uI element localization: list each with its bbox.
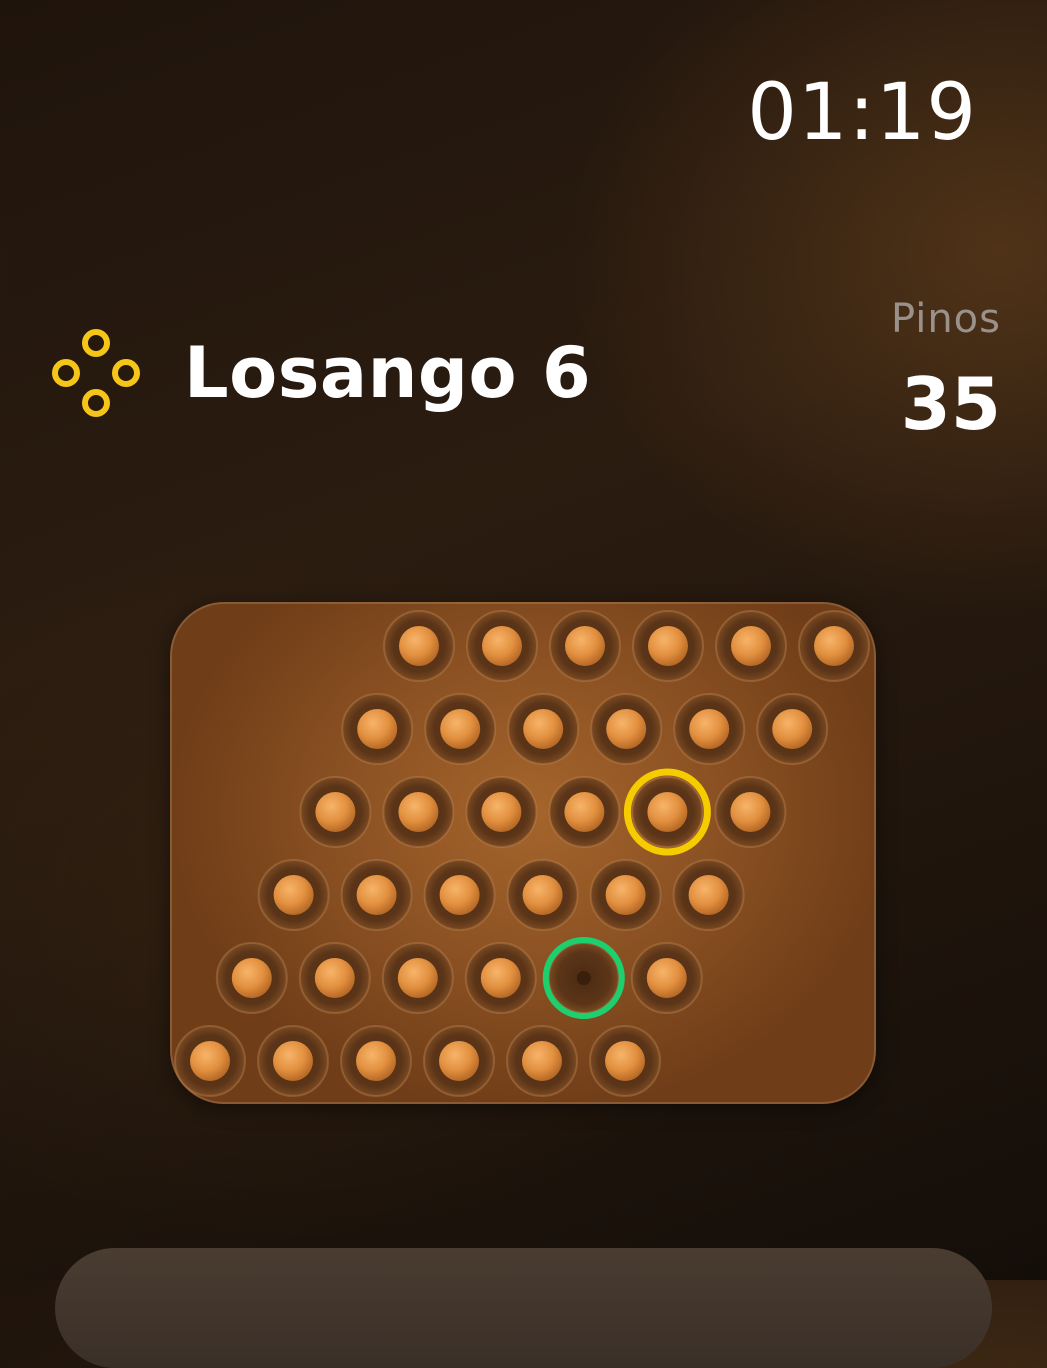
hole-r4-c2[interactable] bbox=[381, 942, 454, 1014]
hole-r4-c3[interactable] bbox=[464, 942, 537, 1014]
hole-r0-c2[interactable] bbox=[549, 610, 621, 682]
peg[interactable] bbox=[689, 709, 730, 749]
peg[interactable] bbox=[315, 792, 356, 832]
peg[interactable] bbox=[356, 1041, 396, 1081]
hole-r5-c5[interactable] bbox=[589, 1025, 661, 1097]
hole-r5-c4[interactable] bbox=[506, 1025, 578, 1097]
peg[interactable] bbox=[481, 792, 522, 832]
hole-r4-c5[interactable] bbox=[630, 942, 703, 1014]
peg[interactable] bbox=[231, 958, 272, 998]
peg[interactable] bbox=[190, 1041, 230, 1081]
peg-grid bbox=[174, 610, 870, 1097]
hole-r2-c5[interactable] bbox=[714, 776, 787, 848]
hole-r2-c0[interactable] bbox=[299, 776, 372, 848]
hole-r2-c4[interactable] bbox=[623, 768, 711, 856]
hole-r5-c1[interactable] bbox=[257, 1025, 329, 1097]
peg[interactable] bbox=[688, 875, 729, 915]
peg[interactable] bbox=[772, 709, 813, 749]
peg[interactable] bbox=[398, 792, 439, 832]
peg[interactable] bbox=[480, 958, 521, 998]
hole-r0-c1[interactable] bbox=[466, 610, 538, 682]
hole-r3-c5[interactable] bbox=[672, 859, 745, 931]
peg[interactable] bbox=[399, 626, 439, 666]
peg[interactable] bbox=[605, 875, 646, 915]
hole-r0-c0[interactable] bbox=[383, 610, 455, 682]
hole-r2-c3[interactable] bbox=[548, 776, 621, 848]
hole-r3-c3[interactable] bbox=[506, 859, 579, 931]
peg[interactable] bbox=[439, 875, 480, 915]
hole-r2-c1[interactable] bbox=[382, 776, 455, 848]
peg[interactable] bbox=[357, 709, 398, 749]
hole-r3-c2[interactable] bbox=[423, 859, 496, 931]
peg[interactable] bbox=[439, 1041, 479, 1081]
peg[interactable] bbox=[730, 792, 771, 832]
peg[interactable] bbox=[564, 792, 605, 832]
peg[interactable] bbox=[648, 626, 688, 666]
hole-r0-c3[interactable] bbox=[632, 610, 704, 682]
peg[interactable] bbox=[273, 875, 314, 915]
hole-r5-c2[interactable] bbox=[340, 1025, 412, 1097]
peg[interactable] bbox=[523, 709, 564, 749]
hole-r2-c2[interactable] bbox=[465, 776, 538, 848]
peg[interactable] bbox=[356, 875, 397, 915]
bottom-panel bbox=[55, 1248, 992, 1368]
hole-r3-c0[interactable] bbox=[257, 859, 330, 931]
peg[interactable] bbox=[646, 958, 687, 998]
hole-r1-c1[interactable] bbox=[424, 693, 497, 765]
peg[interactable] bbox=[482, 626, 522, 666]
hole-r4-c0[interactable] bbox=[215, 942, 288, 1014]
hole-r1-c5[interactable] bbox=[756, 693, 829, 765]
hole-r0-c4[interactable] bbox=[715, 610, 787, 682]
peg[interactable] bbox=[314, 958, 355, 998]
hole-r3-c4[interactable] bbox=[589, 859, 662, 931]
hole-r4-c1[interactable] bbox=[298, 942, 371, 1014]
peg[interactable] bbox=[647, 792, 688, 832]
hole-r1-c3[interactable] bbox=[590, 693, 663, 765]
hole-r0-c5[interactable] bbox=[798, 610, 870, 682]
peg[interactable] bbox=[606, 709, 647, 749]
peg[interactable] bbox=[440, 709, 481, 749]
peg[interactable] bbox=[522, 875, 563, 915]
peg[interactable] bbox=[565, 626, 605, 666]
hole-r1-c0[interactable] bbox=[341, 693, 414, 765]
hole-r5-c3[interactable] bbox=[423, 1025, 495, 1097]
peg[interactable] bbox=[273, 1041, 313, 1081]
hole-r4-c4[interactable] bbox=[542, 937, 625, 1019]
peg[interactable] bbox=[814, 626, 854, 666]
peg[interactable] bbox=[522, 1041, 562, 1081]
empty-hole-dot bbox=[576, 971, 591, 985]
hole-r1-c4[interactable] bbox=[673, 693, 746, 765]
peg[interactable] bbox=[605, 1041, 645, 1081]
peg[interactable] bbox=[731, 626, 771, 666]
peg[interactable] bbox=[397, 958, 438, 998]
hole-r3-c1[interactable] bbox=[340, 859, 413, 931]
hole-r1-c2[interactable] bbox=[507, 693, 580, 765]
hole-r5-c0[interactable] bbox=[174, 1025, 246, 1097]
